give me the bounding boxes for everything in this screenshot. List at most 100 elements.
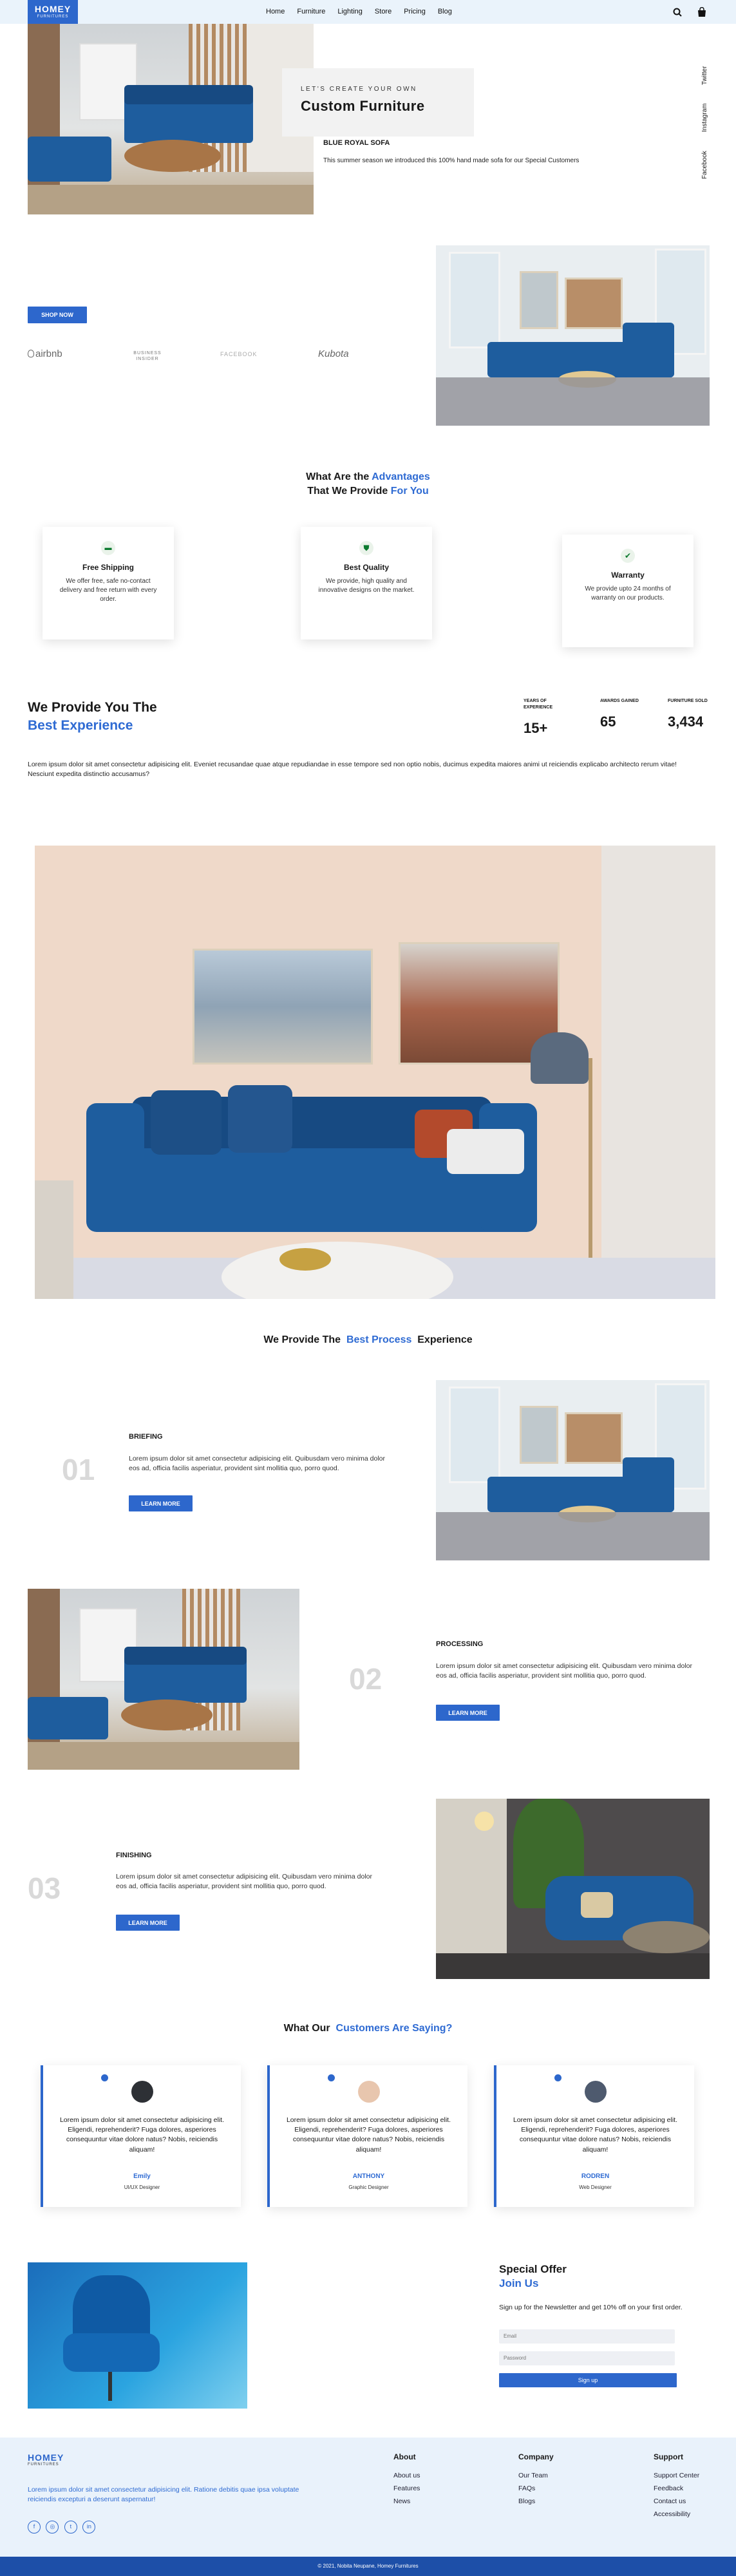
stat-sold: FURNITURE SOLD 3,434 xyxy=(668,698,713,730)
footer-link[interactable]: News xyxy=(393,2497,420,2505)
footer-column-title: Company xyxy=(518,2452,554,2461)
site-header: HOMEY FURNITURES Home Furniture Lighting… xyxy=(0,0,736,24)
shop-now-button[interactable]: SHOP NOW xyxy=(28,307,87,323)
step-number: 02 xyxy=(349,1662,382,1696)
footer-socials: f ◎ t in xyxy=(28,2520,98,2533)
email-field[interactable]: Email xyxy=(499,2329,675,2344)
shopping-bag-icon[interactable] xyxy=(697,7,706,17)
footer-link[interactable]: Our Team xyxy=(518,2472,554,2479)
partner-kubota: Kubota xyxy=(318,348,349,359)
testimonial-role: Graphic Designer xyxy=(348,2184,389,2190)
testimonial-text: Lorem ipsum dolor sit amet consectetur a… xyxy=(513,2116,677,2154)
testimonial-name: RODREN xyxy=(581,2173,610,2180)
learn-more-button[interactable]: LEARN MORE xyxy=(129,1495,193,1511)
footer-link[interactable]: Accessibility xyxy=(654,2510,699,2518)
hero-product-name: BLUE ROYAL SOFA xyxy=(323,139,390,147)
advantages-title-accent: Advantages xyxy=(372,471,430,482)
footer-link[interactable]: About us xyxy=(393,2472,420,2479)
partner-airbnb: airbnb xyxy=(28,348,62,359)
testimonials-title: What Our Customers Are Saying? xyxy=(0,2023,736,2034)
offer-title-accent: Join Us xyxy=(499,2277,539,2290)
footer-logo-title: HOMEY xyxy=(28,2452,64,2463)
footer-link[interactable]: Support Center xyxy=(654,2472,699,2479)
linkedin-icon[interactable]: in xyxy=(82,2521,96,2533)
testimonial-name: Emily xyxy=(133,2173,151,2180)
footer-column-about: About About us Features News xyxy=(393,2452,420,2510)
testimonial-role: UI/UX Designer xyxy=(124,2184,160,2190)
instagram-icon[interactable]: ◎ xyxy=(46,2521,59,2533)
process-title-part: Experience xyxy=(417,1334,473,1345)
stat-experience: YEARS OF EXPERIENCE 15+ xyxy=(524,698,575,737)
step-image xyxy=(436,1799,710,1979)
social-twitter[interactable]: Twitter xyxy=(701,66,708,85)
footer-logo[interactable]: HOMEY FURNITURES xyxy=(28,2452,64,2467)
step-image xyxy=(436,1380,710,1560)
advantages-title-part: What Are the xyxy=(306,471,370,482)
hero-product-desc: This summer season we introduced this 10… xyxy=(323,157,580,164)
shield-icon: ⛊ xyxy=(359,541,373,555)
testimonial-text: Lorem ipsum dolor sit amet consectetur a… xyxy=(59,2116,224,2154)
quote-icon xyxy=(101,2074,108,2081)
testimonials-title-part: What Our xyxy=(283,2023,330,2034)
chair-image xyxy=(28,2262,247,2409)
nav-home[interactable]: Home xyxy=(266,8,285,15)
footer-link[interactable]: Blogs xyxy=(518,2497,554,2505)
social-instagram[interactable]: Instagram xyxy=(701,104,708,132)
large-room-image xyxy=(35,846,715,1299)
step-text: Lorem ipsum dolor sit amet consectetur a… xyxy=(129,1455,386,1473)
process-title-accent: Best Process xyxy=(346,1334,412,1345)
advantages-title: What Are the Advantages That We Provide … xyxy=(0,470,736,499)
step-text: Lorem ipsum dolor sit amet consectetur a… xyxy=(436,1662,693,1680)
footer-logo-subtitle: FURNITURES xyxy=(28,2463,59,2467)
learn-more-button[interactable]: LEARN MORE xyxy=(116,1915,180,1931)
footer-link[interactable]: Feedback xyxy=(654,2485,699,2492)
testimonial-text: Lorem ipsum dolor sit amet consectetur a… xyxy=(286,2116,451,2154)
step-number: 01 xyxy=(62,1453,95,1486)
step-title: BRIEFING xyxy=(129,1433,163,1441)
stat-awards: AWARDS GAINED 65 xyxy=(600,698,639,730)
nav-store[interactable]: Store xyxy=(375,8,392,15)
experience-title-line: We Provide You The xyxy=(28,700,157,715)
copyright-bar: © 2021, Nobita Neupane, Homey Furnitures xyxy=(0,2557,736,2576)
stat-value: 3,434 xyxy=(668,713,704,730)
testimonials-title-accent: Customers Are Saying? xyxy=(335,2023,453,2034)
footer-column-title: Support xyxy=(654,2452,683,2461)
footer-link[interactable]: FAQs xyxy=(518,2485,554,2492)
twitter-icon[interactable]: t xyxy=(64,2521,77,2533)
nav-blog[interactable]: Blog xyxy=(438,8,452,15)
testimonial-card: Lorem ipsum dolor sit amet consectetur a… xyxy=(494,2065,694,2207)
password-field[interactable]: Password xyxy=(499,2351,675,2365)
partner-airbnb-label: airbnb xyxy=(35,348,62,359)
step-image xyxy=(28,1589,299,1770)
stat-label: YEARS OF EXPERIENCE xyxy=(524,699,553,710)
hero-title: Custom Furniture xyxy=(301,98,425,114)
search-icon[interactable] xyxy=(673,8,682,17)
nav-furniture[interactable]: Furniture xyxy=(297,8,325,15)
nav-pricing[interactable]: Pricing xyxy=(404,8,426,15)
nav-lighting[interactable]: Lighting xyxy=(337,8,363,15)
living-room-image xyxy=(436,245,710,426)
footer-link[interactable]: Features xyxy=(393,2485,420,2492)
offer-text: Sign up for the Newsletter and get 10% o… xyxy=(499,2304,683,2311)
social-facebook[interactable]: Facebook xyxy=(701,151,708,179)
footer-column-company: Company Our Team FAQs Blogs xyxy=(518,2452,554,2510)
stat-label: FURNITURE SOLD xyxy=(668,699,708,703)
step-text: Lorem ipsum dolor sit amet consectetur a… xyxy=(116,1873,373,1891)
learn-more-button[interactable]: LEARN MORE xyxy=(436,1705,500,1721)
step-title: PROCESSING xyxy=(436,1640,484,1648)
advantage-card-title: Warranty xyxy=(611,571,645,580)
stat-label: AWARDS GAINED xyxy=(600,699,639,703)
logo-title: HOMEY xyxy=(34,4,71,14)
quote-icon xyxy=(328,2074,335,2081)
facebook-icon[interactable]: f xyxy=(28,2521,41,2533)
avatar xyxy=(584,2081,607,2103)
signup-button[interactable]: Sign up xyxy=(499,2373,677,2387)
logo[interactable]: HOMEY FURNITURES xyxy=(28,0,78,24)
footer-column-title: About xyxy=(393,2452,416,2461)
stat-value: 15+ xyxy=(524,719,548,736)
footer-link[interactable]: Contact us xyxy=(654,2497,699,2505)
avatar xyxy=(357,2081,380,2103)
advantage-card: ⛊ Best Quality We provide, high quality … xyxy=(301,527,432,639)
step-title: FINISHING xyxy=(116,1852,152,1859)
advantage-card: ▬ Free Shipping We offer free, safe no-c… xyxy=(42,527,174,639)
